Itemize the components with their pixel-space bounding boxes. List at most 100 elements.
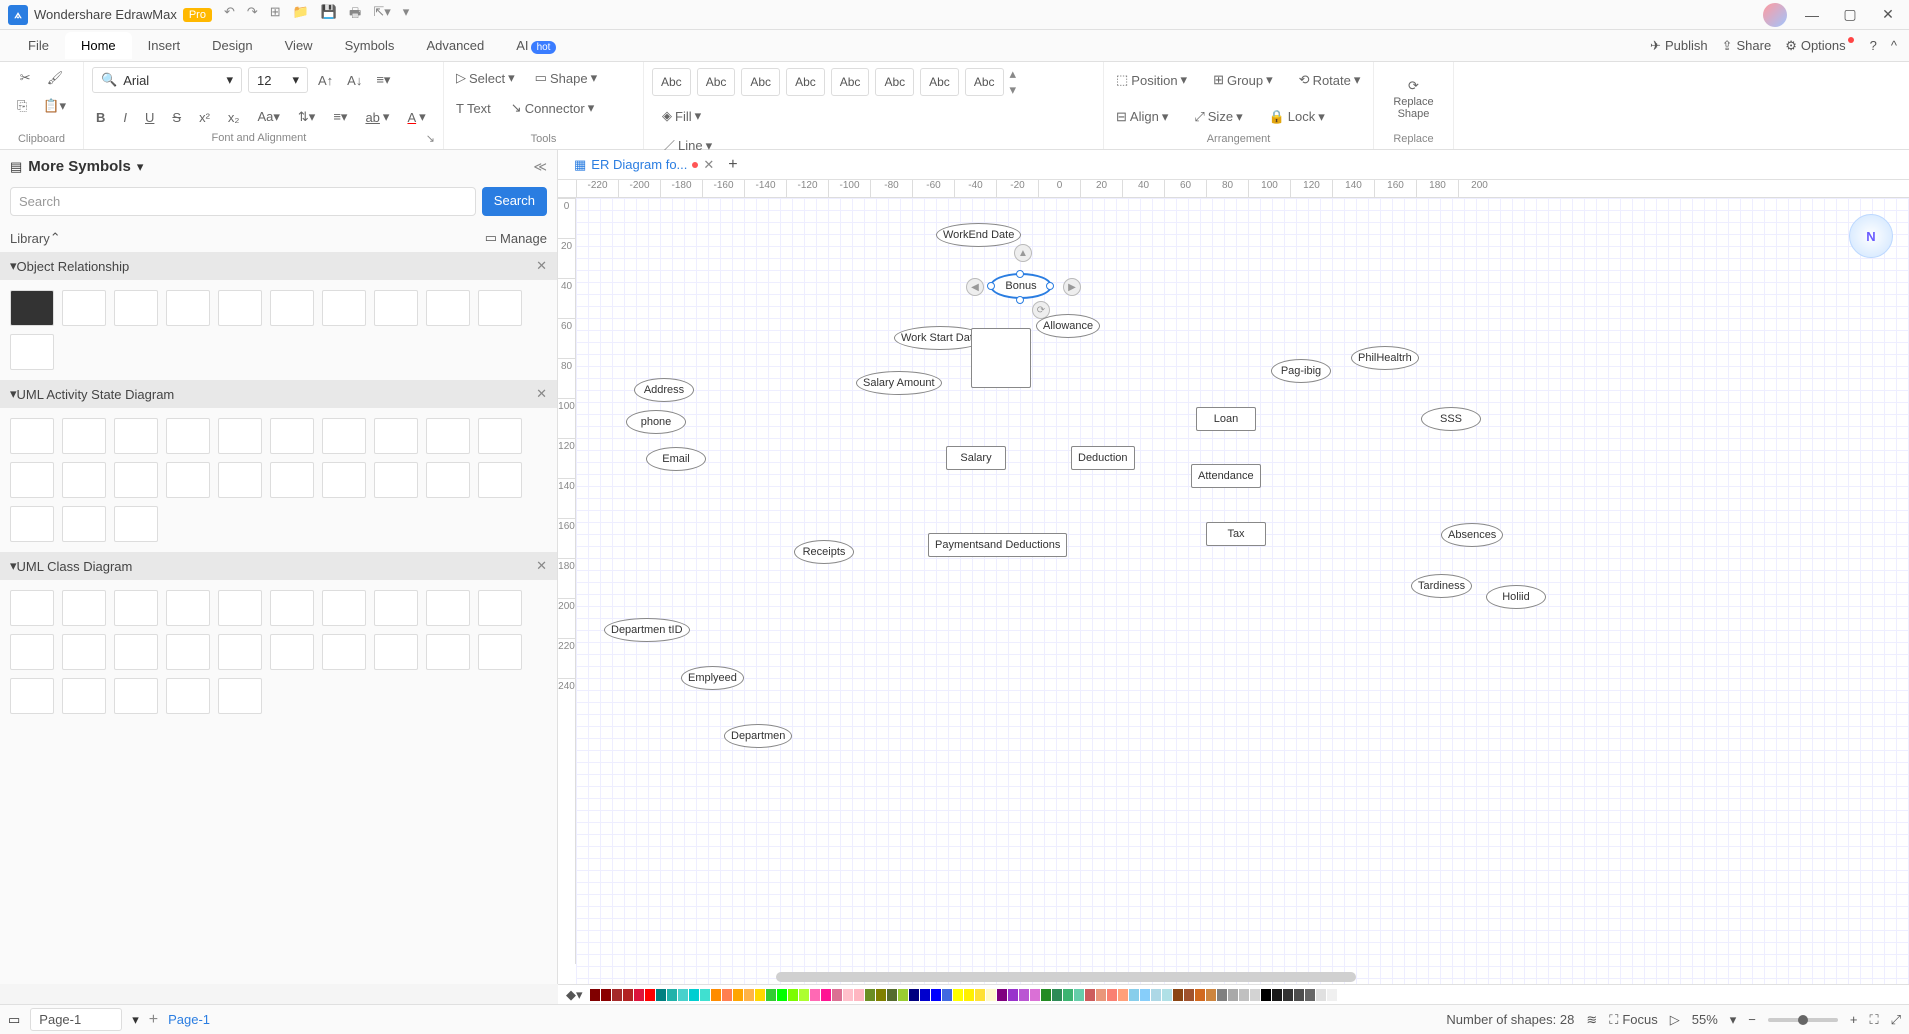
shape-thumb[interactable]	[374, 290, 418, 326]
print-icon[interactable]: 🖶	[349, 4, 361, 26]
library-label[interactable]: Library	[10, 231, 50, 246]
style-preset-1[interactable]: Abc	[652, 68, 691, 96]
format-painter-icon[interactable]: 🖌	[43, 66, 68, 90]
color-swatch[interactable]	[942, 989, 952, 1001]
node-tardiness[interactable]: Tardiness	[1411, 574, 1472, 598]
shape-thumb[interactable]	[426, 634, 470, 670]
add-tab-icon[interactable]: +	[728, 156, 737, 174]
shape-thumb[interactable]	[114, 678, 158, 714]
shape-thumb[interactable]	[114, 506, 158, 542]
tab-view[interactable]: View	[269, 32, 329, 59]
shape-thumb[interactable]	[10, 334, 54, 370]
color-swatch[interactable]	[799, 989, 809, 1001]
shape-thumb[interactable]	[426, 590, 470, 626]
canvas[interactable]: N WorkEnd Date Bonus ◀ ▶ ▲ ⟳ Allowance W…	[576, 198, 1909, 984]
increase-font-icon[interactable]: A↑	[314, 69, 337, 92]
color-swatch[interactable]	[1239, 989, 1249, 1001]
chevron-down-icon[interactable]: ▾	[137, 159, 144, 175]
bullets-icon[interactable]: ≡▾	[329, 105, 351, 129]
connector-tool[interactable]: ↘ Connector ▾	[507, 96, 598, 120]
color-swatch[interactable]	[975, 989, 985, 1001]
color-swatch[interactable]	[788, 989, 798, 1001]
italic-icon[interactable]: I	[119, 105, 131, 129]
page-select[interactable]: Page-1	[30, 1008, 122, 1031]
color-swatch[interactable]	[832, 989, 842, 1001]
color-swatch[interactable]	[1041, 989, 1051, 1001]
tab-symbols[interactable]: Symbols	[329, 32, 411, 59]
color-swatch[interactable]	[1294, 989, 1304, 1001]
color-swatch[interactable]	[1074, 989, 1084, 1001]
section-uml-activity[interactable]: ▾ UML Activity State Diagram✕	[0, 380, 557, 408]
color-swatch[interactable]	[920, 989, 930, 1001]
shape-thumb[interactable]	[270, 590, 314, 626]
shape-thumb[interactable]	[62, 506, 106, 542]
align-button[interactable]: ⊟ Align ▾	[1112, 105, 1172, 129]
selection-handle[interactable]	[1046, 282, 1054, 290]
help-icon[interactable]: ?	[1870, 38, 1877, 53]
color-swatch[interactable]	[656, 989, 666, 1001]
shape-thumb[interactable]	[270, 290, 314, 326]
superscript-icon[interactable]: x²	[195, 105, 214, 129]
style-scroll[interactable]: ▴▾	[1010, 66, 1017, 98]
tab-design[interactable]: Design	[196, 32, 268, 59]
shape-thumb[interactable]	[166, 290, 210, 326]
shape-thumb[interactable]	[374, 418, 418, 454]
shape-thumb[interactable]	[270, 634, 314, 670]
color-swatch[interactable]	[843, 989, 853, 1001]
shape-thumb[interactable]	[218, 462, 262, 498]
style-preset-5[interactable]: Abc	[831, 68, 870, 96]
font-color-icon[interactable]: A▾	[403, 105, 429, 129]
node-absences[interactable]: Absences	[1441, 523, 1503, 547]
shape-thumb[interactable]	[374, 634, 418, 670]
export-icon[interactable]: ⇱▾	[373, 4, 390, 26]
symbol-search-button[interactable]: Search	[482, 187, 547, 216]
color-swatch[interactable]	[722, 989, 732, 1001]
eyedropper-icon[interactable]: ◆▾	[566, 987, 583, 1003]
color-swatch[interactable]	[590, 989, 600, 1001]
size-button[interactable]: ⤢ Size ▾	[1190, 105, 1246, 129]
options-button[interactable]: ⚙Options	[1785, 38, 1855, 54]
shape-thumb[interactable]	[10, 678, 54, 714]
tab-file[interactable]: File	[12, 32, 65, 59]
node-employed[interactable]: Emplyeed	[681, 666, 744, 690]
node-phone[interactable]: phone	[626, 410, 686, 434]
shape-thumb[interactable]	[10, 634, 54, 670]
select-tool[interactable]: ▷ Select ▾	[452, 66, 519, 90]
color-swatch[interactable]	[876, 989, 886, 1001]
shape-thumb[interactable]	[322, 462, 366, 498]
shape-thumb[interactable]	[478, 634, 522, 670]
color-swatch[interactable]	[678, 989, 688, 1001]
color-swatch[interactable]	[634, 989, 644, 1001]
sel-arrow-left[interactable]: ◀	[966, 278, 984, 296]
color-swatch[interactable]	[1118, 989, 1128, 1001]
node-attendance[interactable]: Attendance	[1191, 464, 1261, 488]
style-preset-8[interactable]: Abc	[965, 68, 1004, 96]
color-swatch[interactable]	[711, 989, 721, 1001]
page-tab[interactable]: Page-1	[168, 1012, 210, 1027]
tab-advanced[interactable]: Advanced	[410, 32, 500, 59]
color-swatch[interactable]	[1338, 989, 1348, 1001]
color-swatch[interactable]	[821, 989, 831, 1001]
node-empty-rect[interactable]	[971, 328, 1031, 388]
document-tab[interactable]: ▦ ER Diagram fo... ✕	[566, 153, 722, 177]
color-swatch[interactable]	[953, 989, 963, 1001]
color-swatch[interactable]	[1173, 989, 1183, 1001]
shape-thumb[interactable]	[478, 418, 522, 454]
node-pagibig[interactable]: Pag-ibig	[1271, 359, 1331, 383]
font-dialog-icon[interactable]: ↘	[426, 132, 435, 145]
sel-arrow-right[interactable]: ▶	[1063, 278, 1081, 296]
manage-button[interactable]: ▭ Manage	[485, 230, 547, 246]
user-avatar[interactable]	[1763, 3, 1787, 27]
color-swatch[interactable]	[700, 989, 710, 1001]
shape-thumb[interactable]	[426, 462, 470, 498]
color-swatch[interactable]	[1008, 989, 1018, 1001]
color-swatch[interactable]	[1195, 989, 1205, 1001]
shape-thumb[interactable]	[114, 634, 158, 670]
strike-icon[interactable]: S	[168, 105, 185, 129]
text-tool[interactable]: T Text	[452, 96, 495, 120]
node-workend[interactable]: WorkEnd Date	[936, 223, 1021, 247]
color-swatch[interactable]	[1096, 989, 1106, 1001]
color-swatch[interactable]	[964, 989, 974, 1001]
color-swatch[interactable]	[865, 989, 875, 1001]
shape-thumb[interactable]	[218, 590, 262, 626]
